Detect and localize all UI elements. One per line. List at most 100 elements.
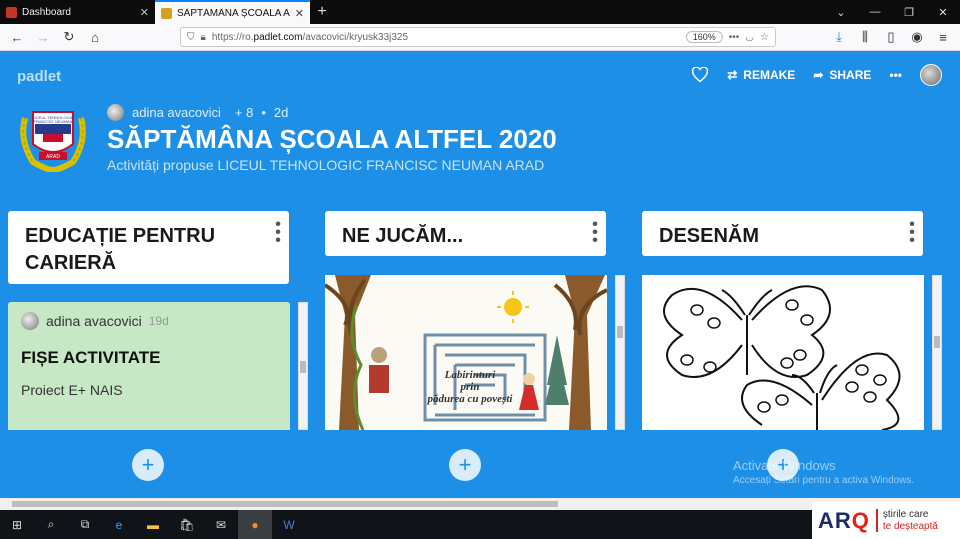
column-title: NE JUCĂM... [342,225,464,247]
author-avatar[interactable] [107,104,124,121]
column-3-scrollbar[interactable] [932,275,942,430]
post-author: adina avacovici [46,313,142,329]
dashboard-favicon-icon [6,6,17,18]
account-icon[interactable]: ◉ [906,26,928,48]
url-text[interactable]: https://ro.padlet.com/avacovici/kryusk33… [212,32,680,43]
zoom-level[interactable]: 160% [685,31,723,43]
post-author-avatar [21,312,39,330]
remake-button[interactable]: ⇄ REMAKE [727,68,795,82]
board-age: 2d [273,105,289,120]
page-actions-icon[interactable]: ••• [729,32,740,43]
share-button[interactable]: ➦ SHARE [813,68,871,82]
column-2-scrollbar[interactable] [615,275,625,430]
close-tab-icon[interactable]: ✕ [295,7,304,20]
word-icon[interactable]: W [272,510,306,539]
post-heading: FIȘE ACTIVITATE [21,348,161,367]
post-card[interactable]: adina avacovici 19d FIȘE ACTIVITATE Proi… [8,302,290,430]
column-1-posts: adina avacovici 19d FIȘE ACTIVITATE Proi… [8,302,308,430]
window-controls: ⌄ — ❐ ✕ [824,0,960,24]
firefox-icon[interactable]: ● [238,510,272,539]
user-avatar[interactable] [920,64,942,86]
header-actions: ⇄ REMAKE ➦ SHARE ••• [691,64,942,86]
watermark-body: Accesați Setări pentru a activa Windows. [733,475,915,486]
library-icon[interactable]: ⫼ [854,26,876,48]
padlet-favicon-icon [161,7,172,19]
windows-start-icon[interactable]: ⊞ [0,510,34,539]
post-age: 19d [148,314,169,328]
share-icon: ➦ [813,68,824,82]
column-menu-icon[interactable]: • • • [275,217,281,249]
shield-icon[interactable]: ⛉ [187,32,195,43]
task-view-icon[interactable]: ⧉ [68,510,102,539]
scrollbar-thumb[interactable] [617,326,623,338]
column-header-educatie[interactable]: EDUCAȚIE PENTRU CARIERĂ • • • [8,211,289,284]
minimize-icon[interactable]: — [858,0,892,24]
tab-title: Dashboard [22,6,71,18]
svg-text:Labirinturi: Labirinturi [444,369,497,381]
scrollbar-thumb[interactable] [934,336,940,348]
forward-icon[interactable]: → [32,26,54,48]
arq-watermark-logo: ARQ știrile care te deșteaptă [812,502,960,539]
remake-icon: ⇄ [727,68,738,82]
tab-list-icon[interactable]: ⌄ [824,0,858,24]
menu-icon[interactable]: ≡ [932,26,954,48]
column-header-desenam[interactable]: DESENĂM • • • [642,211,923,256]
svg-text:prin: prin [460,381,480,393]
lock-icon[interactable]: 🔒︎ [201,32,206,43]
separator-dot: • [261,105,266,120]
pocket-icon[interactable]: ◡ [745,32,754,43]
butterfly-coloring-page [642,275,924,430]
watermark-title: Activate Windows [733,458,836,473]
browser-nav-bar: ← → ↻ ⌂ ⛉ 🔒︎ https://ro.padlet.com/avaco… [0,24,960,51]
school-badge-logo: LICEUL TEHNOLOGIC FRANCISC NEUMAN ARAD [17,104,89,174]
column-1-scrollbar[interactable] [298,302,308,430]
horizontal-scrollbar-thumb[interactable] [12,501,558,507]
board-title: SĂPTĂMÂNA ȘCOALA ALTFEL 2020 [107,124,557,154]
bookmark-star-icon[interactable]: ☆ [760,32,769,43]
search-icon[interactable]: ⌕ [34,510,68,539]
home-icon[interactable]: ⌂ [84,26,106,48]
scrollbar-thumb[interactable] [300,361,306,373]
back-icon[interactable]: ← [6,26,28,48]
browser-tab-bar: Dashboard ✕ SĂPTĂMÂNA ȘCOALA ALTFEL ✕ + … [0,0,960,24]
share-label: SHARE [829,68,872,82]
post-body: Proiect E+ NAIS [21,382,123,398]
close-tab-icon[interactable]: ✕ [140,6,149,19]
close-window-icon[interactable]: ✕ [926,0,960,24]
sidebar-icon[interactable]: ▯ [880,26,902,48]
new-tab-icon[interactable]: + [310,0,334,24]
address-bar[interactable]: ⛉ 🔒︎ https://ro.padlet.com/avacovici/kry… [180,27,776,47]
maze-image-post[interactable]: Labirinturi prin pădurea cu povești [325,275,607,430]
mail-icon[interactable]: ✉ [204,510,238,539]
add-post-button[interactable]: + [132,449,164,481]
store-icon[interactable]: 🛍︎ [170,510,204,539]
column-header-ne-jucam[interactable]: NE JUCĂM... • • • [325,211,606,256]
author-name[interactable]: adina avacovici [132,105,221,120]
svg-text:ARAD: ARAD [46,154,60,160]
more-options-button[interactable]: ••• [889,68,902,82]
reload-icon[interactable]: ↻ [58,26,80,48]
butterfly-image-post[interactable] [642,275,924,430]
svg-text:pădurea cu povești: pădurea cu povești [427,393,514,405]
edge-icon[interactable]: e [102,510,136,539]
board-author-line: adina avacovici + 8 • 2d [107,104,288,121]
download-icon[interactable]: ⤓ [828,26,850,48]
tab-title: SĂPTĂMÂNA ȘCOALA ALTFEL [177,7,290,19]
post-meta: adina avacovici 19d [21,312,277,330]
column-menu-icon[interactable]: • • • [592,217,598,249]
tab-dashboard[interactable]: Dashboard ✕ [0,0,155,24]
column-title: DESENĂM [659,225,760,247]
arq-logo: ARQ [818,507,870,533]
file-explorer-icon[interactable]: ▬ [136,510,170,539]
activate-windows-watermark: Activate Windows Accesați Setări pentru … [733,458,914,486]
contributors-count[interactable]: + 8 [235,105,253,120]
padlet-logo[interactable]: padlet [17,68,61,85]
like-button[interactable] [691,67,709,83]
column-menu-icon[interactable]: • • • [909,217,915,249]
column-title: EDUCAȚIE PENTRU CARIERĂ [25,225,216,274]
add-post-button[interactable]: + [449,449,481,481]
restore-icon[interactable]: ❐ [892,0,926,24]
toolbar-right: ⤓ ⫼ ▯ ◉ ≡ [828,26,954,48]
tab-padlet[interactable]: SĂPTĂMÂNA ȘCOALA ALTFEL ✕ [155,0,310,24]
svg-text:FRANCISC NEUMAN: FRANCISC NEUMAN [34,119,73,124]
